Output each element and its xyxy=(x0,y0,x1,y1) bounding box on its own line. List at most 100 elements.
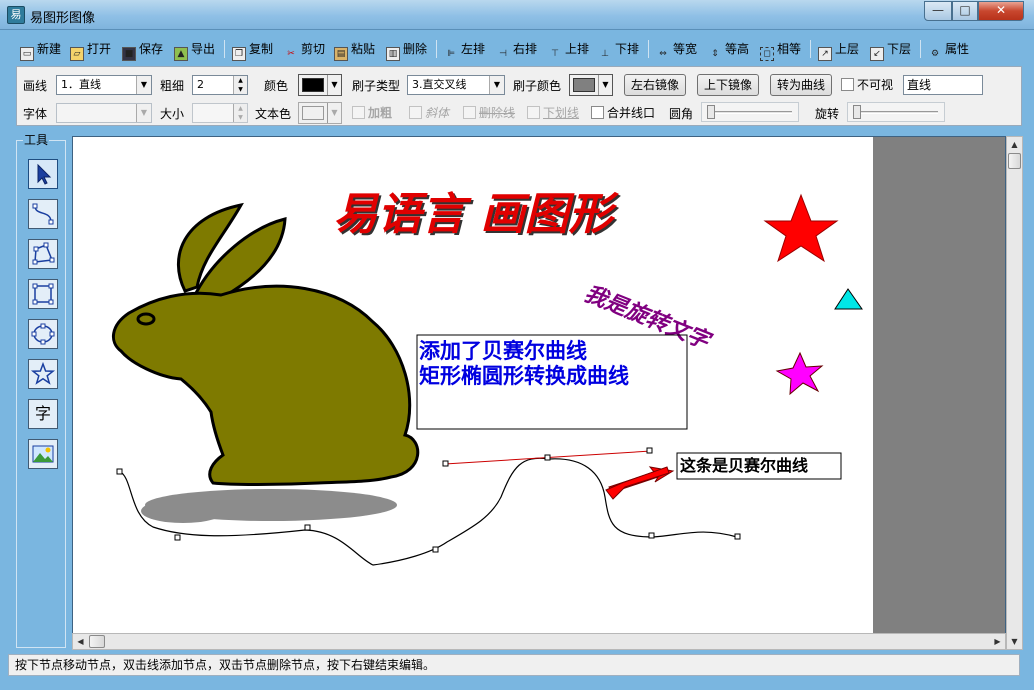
size-stepper[interactable]: ▲ ▼ xyxy=(192,103,248,123)
bezier-node[interactable] xyxy=(544,454,551,461)
brush-color-swatch xyxy=(573,78,595,92)
font-select[interactable]: ▼ xyxy=(56,103,152,123)
paste-label: 粘贴 xyxy=(351,42,376,56)
invisible-checkbox[interactable]: 不可视 xyxy=(841,78,893,92)
bring-forward-icon: ↗ xyxy=(818,47,832,61)
corner-radius-slider[interactable] xyxy=(701,102,799,122)
shape-name-field[interactable]: 直线 xyxy=(903,75,983,95)
checkbox-box xyxy=(591,106,604,119)
checkbox-box xyxy=(527,106,540,119)
slider-thumb[interactable] xyxy=(707,105,715,119)
bring-up-button[interactable]: ↗ 上层 xyxy=(818,38,859,61)
align-bottom-icon: ⊥ xyxy=(601,49,609,59)
weight-stepper[interactable]: 2 ▲ ▼ xyxy=(192,75,248,95)
open-folder-icon: ▱ xyxy=(70,47,84,61)
horizontal-scrollbar[interactable]: ◀ ▶ xyxy=(72,633,1006,650)
delete-button[interactable]: ▥ 删除 xyxy=(386,38,427,61)
window-title: 易图形图像 xyxy=(30,11,96,26)
bezier-label-text: 这条是贝赛尔曲线 xyxy=(680,456,808,475)
merge-line-ends-checkbox[interactable]: 合并线口 xyxy=(591,106,655,120)
export-label: 导出 xyxy=(191,42,216,56)
text-tool-icon[interactable]: 字 xyxy=(28,399,58,429)
align-top-button[interactable]: ⊤ 上排 xyxy=(548,38,589,60)
canvas-viewport[interactable]: 易语言 画图形 易语言 画图形 我是旋转文字 添加了贝赛尔曲线 矩形椭圆形转换成… xyxy=(72,136,1006,650)
image-tool-icon[interactable] xyxy=(28,439,58,469)
align-left-button[interactable]: ⊫ 左排 xyxy=(444,38,485,60)
main-window-client: ▭ 新建 ▱ 打开 ■ 保存 ▲ 导出 ❐ 复制 ✂ 剪切 ▤ 粘贴 ▥ 删除 ⊫ 左排 ⊣ 右排 … xyxy=(8,30,1026,682)
paste-button[interactable]: ▤ 粘贴 xyxy=(334,38,376,61)
mirror-up-down-button[interactable]: 上下镜像 xyxy=(697,74,759,96)
slider-thumb[interactable] xyxy=(853,105,861,119)
app-logo-icon[interactable]: 易 xyxy=(7,6,25,24)
line-color-picker[interactable]: ▼ xyxy=(298,74,342,96)
copy-button[interactable]: ❐ 复制 xyxy=(232,38,274,61)
vertical-scrollbar[interactable]: ▲ ▼ xyxy=(1006,136,1023,650)
new-label: 新建 xyxy=(37,42,62,56)
underline-checkbox[interactable]: 下划线 xyxy=(527,106,579,120)
align-bottom-button[interactable]: ⊥ 下排 xyxy=(598,38,639,60)
toolbar-separator xyxy=(436,40,437,58)
checkbox-box xyxy=(352,106,365,119)
rectangle-icon[interactable] xyxy=(28,279,58,309)
merge-line-ends-label: 合并线口 xyxy=(607,106,656,120)
equal-height-button[interactable]: ⇕ 等高 xyxy=(708,38,749,60)
brush-type-select[interactable]: 3.直交叉线 ▼ xyxy=(407,75,505,95)
bezier-node[interactable] xyxy=(648,532,655,539)
mirror-left-right-button[interactable]: 左右镜像 xyxy=(624,74,686,96)
cut-button[interactable]: ✂ 剪切 xyxy=(284,38,325,60)
line-type-select[interactable]: 1．直线 ▼ xyxy=(56,75,152,95)
equal-size-icon: ◻ xyxy=(760,47,774,61)
brush-color-picker[interactable]: ▼ xyxy=(569,74,613,96)
align-right-button[interactable]: ⊣ 右排 xyxy=(496,38,537,60)
line-type-label: 画线 xyxy=(23,79,48,93)
spin-arrows-icon[interactable]: ▲ ▼ xyxy=(233,104,247,122)
curve-node-icon[interactable] xyxy=(28,199,58,229)
rotate-slider[interactable] xyxy=(847,102,945,122)
ellipse-icon[interactable] xyxy=(28,319,58,349)
size-label: 大小 xyxy=(160,107,185,121)
maximize-button[interactable]: □ xyxy=(952,1,978,21)
vertical-scroll-thumb[interactable] xyxy=(1008,153,1021,169)
polygon-icon[interactable] xyxy=(28,239,58,269)
bold-checkbox[interactable]: 加粗 xyxy=(352,106,392,120)
scroll-down-icon[interactable]: ▼ xyxy=(1007,634,1022,649)
checkbox-box xyxy=(463,106,476,119)
bezier-node[interactable] xyxy=(432,546,439,553)
text-color-picker[interactable]: ▼ xyxy=(298,102,342,124)
scroll-up-icon[interactable]: ▲ xyxy=(1007,137,1022,152)
strikethrough-checkbox[interactable]: 删除线 xyxy=(463,106,515,120)
convert-to-curve-button[interactable]: 转为曲线 xyxy=(770,74,832,96)
save-label: 保存 xyxy=(139,42,164,56)
equal-width-icon: ⇔ xyxy=(659,49,667,59)
close-button[interactable]: ✕ xyxy=(978,1,1024,21)
star-icon[interactable] xyxy=(28,359,58,389)
spin-arrows-icon[interactable]: ▲ ▼ xyxy=(233,76,247,94)
properties-button[interactable]: ⚙ 属性 xyxy=(928,38,969,60)
bezier-node[interactable] xyxy=(304,524,311,531)
italic-checkbox[interactable]: 斜体 xyxy=(409,106,449,120)
send-down-button[interactable]: ↙ 下层 xyxy=(870,38,911,61)
title-bar: 易 易图形图像 — □ ✕ xyxy=(0,0,1034,30)
minimize-button[interactable]: — xyxy=(924,1,952,21)
scroll-right-icon[interactable]: ▶ xyxy=(990,634,1005,649)
copy-icon: ❐ xyxy=(232,47,246,61)
open-button[interactable]: ▱ 打开 xyxy=(70,38,111,61)
strikethrough-label: 删除线 xyxy=(479,106,516,120)
bezier-node[interactable] xyxy=(116,468,123,475)
drawing-canvas[interactable]: 易语言 画图形 易语言 画图形 我是旋转文字 添加了贝赛尔曲线 矩形椭圆形转换成… xyxy=(73,137,1007,633)
new-button[interactable]: ▭ 新建 xyxy=(20,38,62,61)
bezier-node[interactable] xyxy=(734,533,741,540)
title-text[interactable]: 易语言 画图形 xyxy=(333,189,619,240)
bezier-node[interactable] xyxy=(442,460,449,467)
bezier-node[interactable] xyxy=(174,534,181,541)
horizontal-scroll-thumb[interactable] xyxy=(89,635,105,648)
arrow-select-icon[interactable] xyxy=(28,159,58,189)
bezier-node[interactable] xyxy=(646,447,653,454)
equal-width-button[interactable]: ⇔ 等宽 xyxy=(656,38,697,60)
scroll-left-icon[interactable]: ◀ xyxy=(73,634,88,649)
copy-label: 复制 xyxy=(249,42,274,56)
save-button[interactable]: ■ 保存 xyxy=(122,38,164,61)
align-left-label: 左排 xyxy=(461,42,486,56)
equal-size-button[interactable]: ◻ 相等 xyxy=(760,38,801,61)
export-button[interactable]: ▲ 导出 xyxy=(174,38,216,61)
